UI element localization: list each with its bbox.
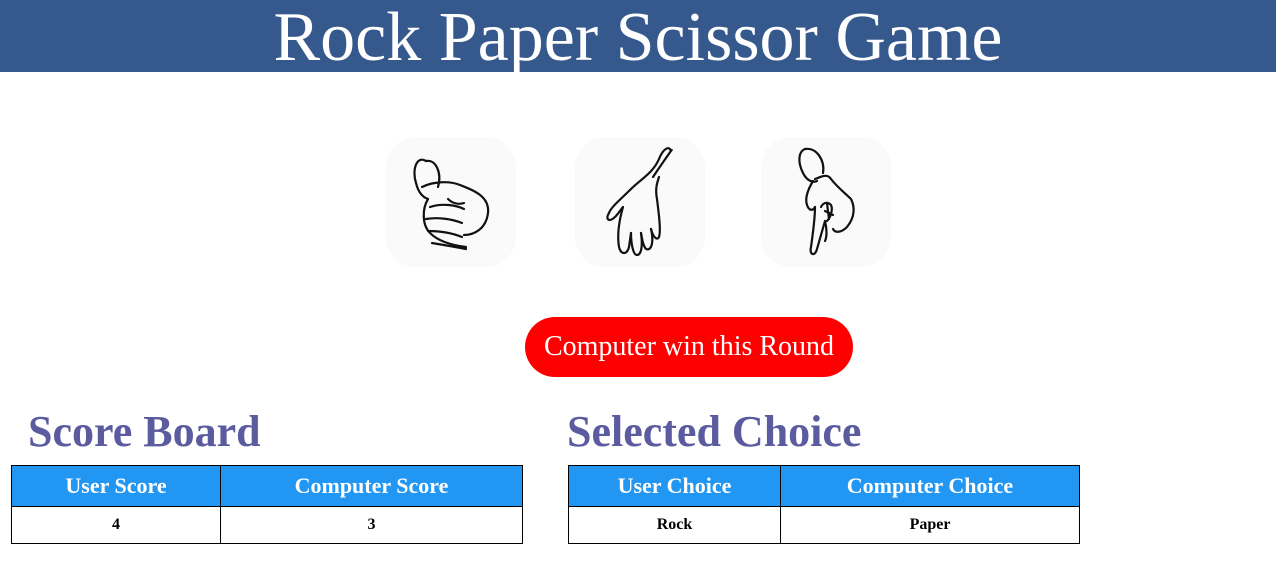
table-row: Rock Paper <box>568 506 1080 544</box>
table-row: 4 3 <box>11 506 523 544</box>
table-header-row: User Choice Computer Choice <box>568 465 1080 507</box>
page-header: Rock Paper Scissor Game <box>0 0 1276 76</box>
user-score-value: 4 <box>11 506 221 544</box>
user-choice-value: Rock <box>568 506 781 544</box>
paper-choice-button[interactable] <box>575 137 705 267</box>
computer-score-value: 3 <box>220 506 523 544</box>
table-header-row: User Score Computer Score <box>11 465 523 507</box>
round-result-message: Computer win this Round <box>525 317 853 377</box>
page-title: Rock Paper Scissor Game <box>273 0 1003 76</box>
computer-choice-header: Computer Choice <box>780 465 1080 507</box>
score-board-title: Score Board <box>28 407 261 456</box>
open-hand-icon <box>606 147 673 257</box>
computer-choice-value: Paper <box>780 506 1080 544</box>
user-choice-header: User Choice <box>568 465 781 507</box>
scissor-choice-button[interactable] <box>761 137 891 267</box>
selected-choice-title: Selected Choice <box>567 407 862 456</box>
selected-choice-table: User Choice Computer Choice Rock Paper <box>568 465 1080 544</box>
computer-score-header: Computer Score <box>220 465 523 507</box>
two-finger-hand-icon <box>798 147 855 256</box>
choices-row <box>0 137 1276 267</box>
fist-hand-icon <box>413 158 490 251</box>
score-board-table: User Score Computer Score 4 3 <box>11 465 523 544</box>
rock-choice-button[interactable] <box>386 137 516 267</box>
user-score-header: User Score <box>11 465 221 507</box>
